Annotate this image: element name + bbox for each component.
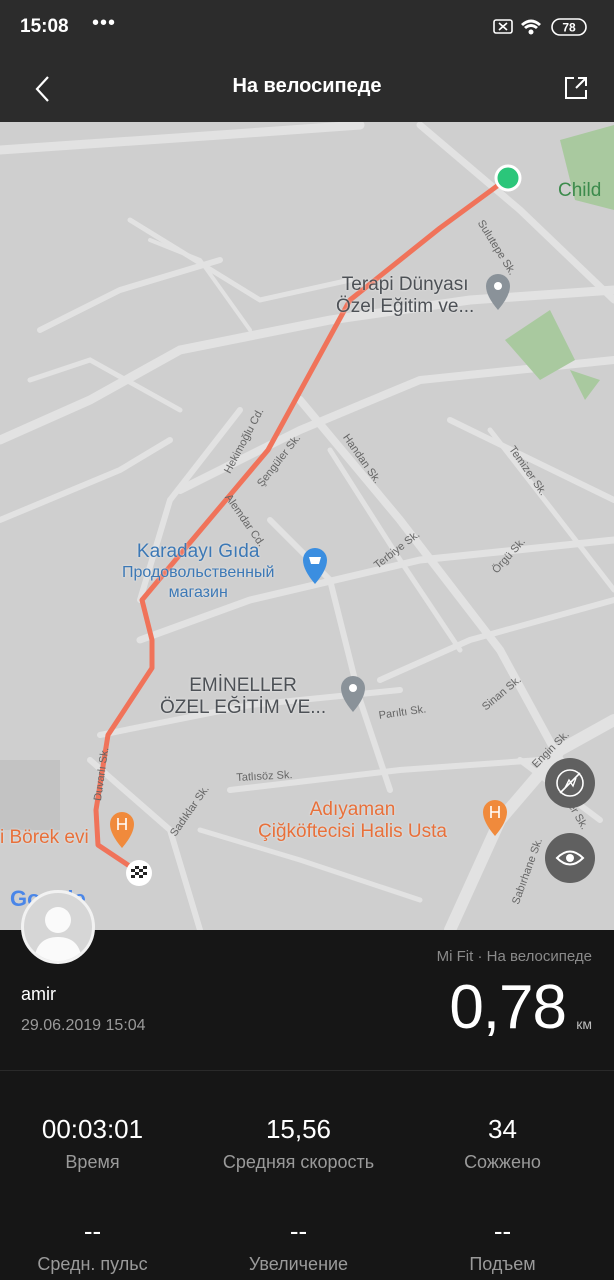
- stat-value-elevation-gain: --: [289, 1216, 308, 1246]
- distance-unit: км: [576, 1016, 592, 1032]
- stat-value-avg-speed: 15,56: [265, 1114, 332, 1144]
- stat-value-avg-pulse: --: [83, 1216, 102, 1246]
- stat-label-avg-speed: Средняя скорость: [222, 1152, 375, 1172]
- more-notifications-icon: •••: [92, 12, 117, 34]
- shopping-pin-icon: [303, 548, 327, 584]
- stat-label-avg-pulse: Средн. пульс: [37, 1254, 148, 1274]
- poi-label: i Börek evi: [0, 827, 89, 848]
- poi-pin-icon: [341, 676, 365, 712]
- poi-label: Terapi Dünyası Özel Eğitim ve...: [336, 274, 475, 317]
- poi-label: Child: [558, 180, 602, 201]
- wifi-icon: [521, 19, 541, 35]
- poi-label: EMİNELLER ÖZEL EĞİTİM VE...: [160, 675, 327, 718]
- stat-value-ascent: --: [493, 1216, 512, 1246]
- status-bar: 15:08 ••• 78: [0, 0, 614, 56]
- distance-value: 0,78: [449, 973, 567, 1042]
- username: amir: [21, 984, 56, 1004]
- app-bar: На велосипеде: [0, 56, 614, 122]
- route-off-icon: [556, 769, 584, 797]
- view-toggle-button[interactable]: [545, 833, 595, 883]
- workout-source: Mi Fit · На велосипеде: [436, 948, 592, 965]
- hide-route-button[interactable]: [545, 758, 595, 808]
- stat-value-calories: 34: [488, 1114, 517, 1144]
- stat-value-time: 00:03:01: [41, 1114, 144, 1144]
- share-icon[interactable]: [562, 74, 590, 102]
- status-icons: 78: [493, 18, 587, 36]
- page-title: На велосипеде: [232, 75, 382, 97]
- stat-label-elevation-gain: Увеличение: [248, 1254, 349, 1274]
- workout-date: 29.06.2019 15:04: [21, 1017, 146, 1034]
- user-avatar-icon: [34, 907, 82, 961]
- stat-label-time: Время: [65, 1152, 120, 1172]
- route-map[interactable]: Terapi Dünyası Özel Eğitim ve... Karadayı…: [0, 122, 614, 930]
- stat-label-calories: Сожжено: [464, 1152, 541, 1172]
- status-time: 15:08: [20, 16, 69, 37]
- avatar: [21, 890, 95, 964]
- finish-flag-icon: [126, 860, 152, 886]
- restaurant-pin-icon: [110, 812, 134, 848]
- svg-text:78: 78: [562, 21, 576, 35]
- poi-label: Karadayı Gıda Продовольственный магазин: [122, 541, 275, 601]
- poi-label: Adıyaman Çiğköftecisi Halis Usta: [258, 799, 447, 842]
- divider: [0, 1070, 614, 1071]
- restaurant-pin-icon: [483, 800, 507, 836]
- battery-icon: 78: [551, 18, 587, 36]
- poi-pin-icon: [486, 274, 510, 310]
- stat-label-ascent: Подъем: [469, 1254, 536, 1274]
- sim-icon: [493, 19, 513, 34]
- eye-icon: [555, 850, 585, 866]
- start-marker-icon: [494, 164, 522, 192]
